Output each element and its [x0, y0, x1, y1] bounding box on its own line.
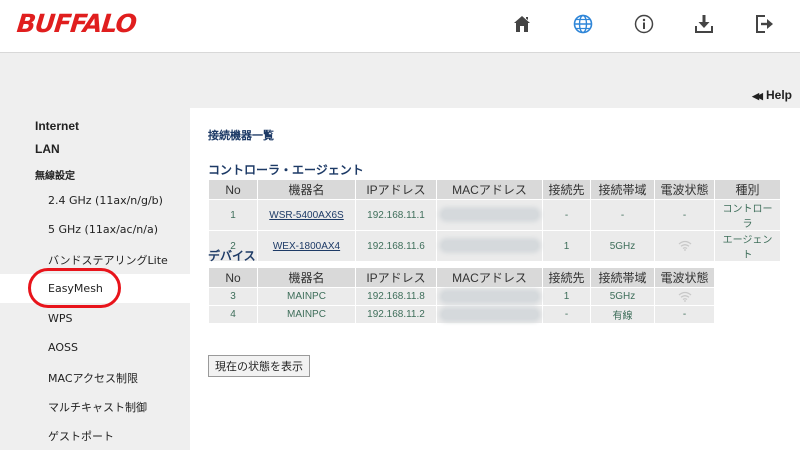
main-panel: 接続機器一覧 コントローラ・エージェント No 機器名 IPアドレス MACアド… [190, 108, 800, 450]
column-header: MACアドレス [436, 267, 543, 288]
sidebar-item-multicast[interactable]: マルチキャスト制御 [0, 392, 190, 421]
column-header: IPアドレス [355, 267, 437, 288]
column-header: 接続先 [542, 179, 591, 200]
cell-band: 有線 [590, 305, 655, 324]
sidebar-item-24ghz[interactable]: 2.4 GHz (11ax/n/g/b) [0, 186, 190, 215]
column-header: 接続先 [542, 267, 591, 288]
buffalo-logo: BUFFALO [15, 9, 138, 38]
sidebar-item-guest-port[interactable]: ゲストポート [0, 421, 190, 450]
cell-band: 5GHz [590, 230, 655, 262]
blurred-mac-address [441, 241, 538, 251]
column-header: 機器名 [257, 179, 356, 200]
cell-ip: 192.168.11.6 [355, 230, 437, 262]
show-current-state-button[interactable]: 現在の状態を表示 [208, 355, 310, 377]
table-row: 4 MAINPC 192.168.11.2 - 有線 - [208, 305, 715, 324]
sidebar-item-aoss[interactable]: AOSS [0, 333, 190, 362]
sidebar-item-5ghz[interactable]: 5 GHz (11ax/ac/n/a) [0, 215, 190, 244]
cell-mac [436, 287, 543, 306]
device-name-link[interactable]: WEX-1800AX4 [273, 241, 340, 252]
device-name-link[interactable]: WSR-5400AX6S [269, 210, 343, 221]
column-header: 機器名 [257, 267, 356, 288]
cell-signal: - [654, 305, 715, 324]
cell-destination: 1 [542, 230, 591, 262]
cell-device-name: MAINPC [257, 305, 356, 324]
table-row: 2 WEX-1800AX4 192.168.11.6 1 5GHz エージェント [208, 230, 781, 262]
cell-no: 4 [208, 305, 258, 324]
cell-signal [654, 230, 715, 262]
sidebar-item-internet[interactable]: Internet [35, 119, 79, 133]
logout-icon[interactable] [753, 12, 775, 36]
column-header: 電波状態 [654, 179, 715, 200]
cell-no: 3 [208, 287, 258, 306]
cell-signal: - [654, 199, 715, 231]
page-title: 接続機器一覧 [208, 129, 274, 142]
cell-band: 5GHz [590, 287, 655, 306]
blurred-mac-address [441, 309, 538, 319]
controller-section-title: コントローラ・エージェント [208, 163, 364, 177]
table-row: 3 MAINPC 192.168.11.8 1 5GHz [208, 287, 715, 306]
cell-destination: - [542, 199, 591, 231]
cell-type: コントローラ [714, 199, 781, 231]
cell-no: 1 [208, 199, 258, 231]
globe-icon[interactable] [572, 12, 594, 36]
cell-device-name: WSR-5400AX6S [257, 199, 356, 231]
column-header: IPアドレス [355, 179, 437, 200]
info-icon[interactable] [633, 12, 655, 36]
cell-type: エージェント [714, 230, 781, 262]
device-table: No 機器名 IPアドレス MACアドレス 接続先 接続帯域 電波状態 3 MA… [208, 267, 715, 324]
table-header-row: No 機器名 IPアドレス MACアドレス 接続先 接続帯域 電波状態 種別 [208, 179, 781, 200]
cell-band: - [590, 199, 655, 231]
help-link[interactable]: ◀◀ Help [752, 88, 792, 102]
column-header: No [208, 267, 258, 288]
cell-device-name: WEX-1800AX4 [257, 230, 356, 262]
column-header: No [208, 179, 258, 200]
table-row: 1 WSR-5400AX6S 192.168.11.1 - - - コントローラ [208, 199, 781, 231]
sidebar-item-lan[interactable]: LAN [35, 142, 60, 156]
cell-ip: 192.168.11.2 [355, 305, 437, 324]
home-icon[interactable] [511, 12, 533, 36]
cell-destination: - [542, 305, 591, 324]
device-section-title: デバイス [208, 249, 256, 263]
column-header: 接続帯域 [590, 267, 655, 288]
column-header: 種別 [714, 179, 781, 200]
cell-destination: 1 [542, 287, 591, 306]
cell-device-name: MAINPC [257, 287, 356, 306]
wifi-signal-icon [678, 241, 691, 252]
blurred-mac-address [441, 210, 538, 220]
collapse-arrows-icon: ◀◀ [752, 91, 763, 101]
cell-mac [436, 305, 543, 324]
column-header: 電波状態 [654, 267, 715, 288]
blurred-mac-address [441, 291, 538, 301]
header: BUFFALO [0, 0, 800, 53]
easymesh-highlight-ring [28, 268, 121, 308]
controller-agent-table: No 機器名 IPアドレス MACアドレス 接続先 接続帯域 電波状態 種別 1… [208, 179, 781, 262]
cell-signal [654, 287, 715, 306]
column-header: MACアドレス [436, 179, 543, 200]
sidebar-item-wireless[interactable]: 無線設定 [35, 167, 75, 182]
cell-ip: 192.168.11.1 [355, 199, 437, 231]
wifi-signal-icon [678, 291, 691, 302]
table-header-row: No 機器名 IPアドレス MACアドレス 接続先 接続帯域 電波状態 [208, 267, 715, 288]
cell-ip: 192.168.11.8 [355, 287, 437, 306]
download-icon[interactable] [693, 12, 715, 36]
cell-mac [436, 230, 543, 262]
help-label: Help [765, 88, 792, 102]
cell-mac [436, 199, 543, 231]
sidebar-item-wps[interactable]: WPS [0, 304, 190, 333]
sidebar-item-mac-access[interactable]: MACアクセス制限 [0, 363, 190, 392]
column-header: 接続帯域 [590, 179, 655, 200]
